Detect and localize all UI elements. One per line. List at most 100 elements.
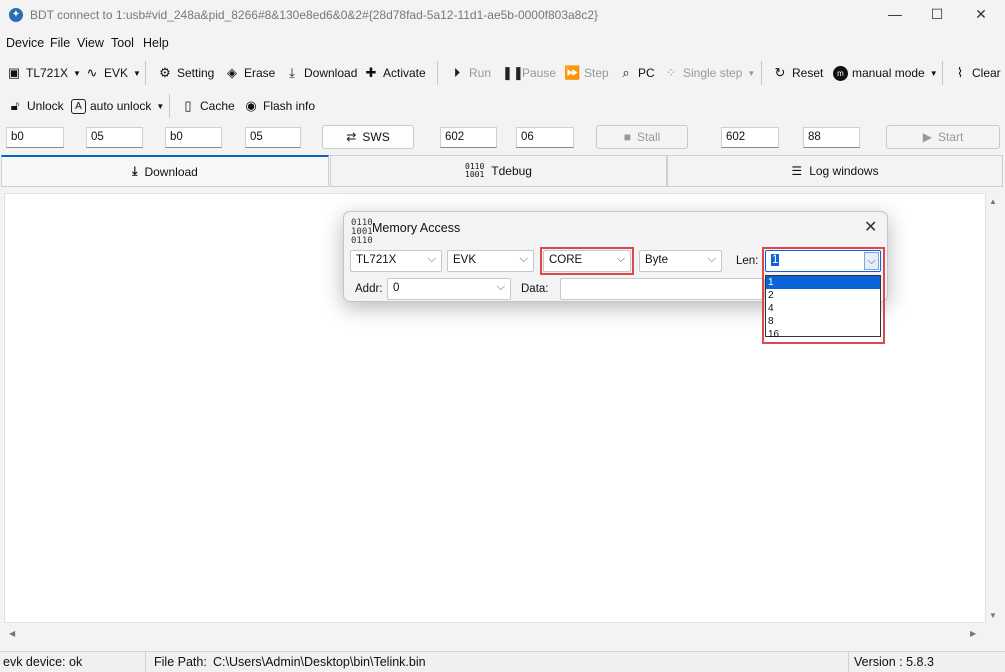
menu-view[interactable]: View [77,36,104,50]
vertical-scrollbar[interactable]: ▲ ▼ [986,193,1000,623]
field-5[interactable]: 602 [440,127,497,148]
maximize-button[interactable]: ☐ [922,4,952,24]
window-title: BDT connect to 1:usb#vid_248a&pid_8266#8… [30,8,599,22]
run-button[interactable]: ⏵ Run [449,64,491,82]
sws-button[interactable]: ⇄ SWS [322,125,414,149]
step-icon: ⏩ [564,65,581,80]
toolbar-divider [145,61,146,85]
setting-button[interactable]: ⚙ Setting [157,64,214,82]
stall-button[interactable]: ■ Stall [596,125,688,149]
erase-button[interactable]: ◈ Erase [224,64,275,82]
app-icon: ✦ [9,8,23,22]
tab-strip: ⤓ Download 0110 1001 Tdebug ☰ Log windows [0,155,1005,187]
minimize-button[interactable]: — [880,4,910,24]
horizontal-scrollbar[interactable]: ◀ ▶ [4,627,986,641]
status-divider [848,652,849,672]
chevron-down-icon: ⌵ [427,253,436,265]
download-button[interactable]: ⤓ Download [284,64,357,82]
menu-help[interactable]: Help [143,36,169,50]
run-icon: ⏵ [453,65,461,80]
tab-download[interactable]: ⤓ Download [1,155,329,187]
pc-button[interactable]: ⌕ PC [618,64,654,82]
binary-icon: 0110 1001 [465,162,485,179]
scroll-down-icon[interactable]: ▼ [989,611,997,620]
scroll-up-icon[interactable]: ▲ [989,197,997,206]
chevron-down-icon: ▼ [133,68,141,78]
register-field-row: b0 05 b0 05 ⇄ SWS 602 06 ■ Stall 602 88 ▶ S… [0,124,1005,152]
reset-icon: ↻ [774,65,786,80]
gear-icon: ⚙ [159,65,171,80]
toolbar-divider [169,94,170,118]
single-step-dropdown[interactable]: ⁘ Single step ▼ [663,64,756,82]
file-path-label: File Path: [154,655,207,669]
start-button[interactable]: ▶ Start [886,125,1000,149]
clear-button[interactable]: ⌇ Clear [952,64,1001,82]
field-3[interactable]: b0 [165,127,222,148]
len-label: Len: [736,255,759,267]
region-highlight [540,247,634,275]
data-label: Data: [521,283,549,295]
flash-info-button[interactable]: ◉ Flash info [243,97,315,115]
menu-device[interactable]: Device [6,36,44,50]
plus-icon: ✚ [365,65,377,80]
chevron-down-icon: ▼ [747,68,756,78]
sync-icon: ⇄ [346,130,357,144]
reset-button[interactable]: ↻ Reset [772,64,824,82]
chevron-down-icon: ▼ [73,68,81,78]
field-4[interactable]: 05 [245,127,301,148]
chip-icon: ▣ [7,65,21,80]
toolbar-divider [437,61,438,85]
chevron-down-icon: ⌵ [707,253,716,265]
auto-unlock-dropdown[interactable]: Aauto unlock ▼ [71,97,164,115]
eraser-icon: ◈ [227,65,237,80]
field-6[interactable]: 06 [516,127,574,148]
manual-mode-dropdown[interactable]: m manual mode ▼ [833,64,938,82]
pause-button[interactable]: ❚❚ Pause [502,64,556,82]
field-7[interactable]: 602 [721,127,779,148]
binary-icon: 0110 1001 0110 [351,218,373,246]
file-path-value: C:\Users\Admin\Desktop\bin\Telink.bin [213,655,426,669]
eye-icon: ◉ [245,98,257,113]
stop-icon: ■ [623,130,631,144]
len-highlight [762,247,885,344]
scroll-right-icon[interactable]: ▶ [970,629,976,638]
auto-lock-icon: A [71,98,86,114]
toolbar-divider [761,61,762,85]
close-button[interactable]: ✕ [966,4,996,24]
unlock-button[interactable]: 🔓︎ Unlock [7,97,64,115]
status-divider [145,652,146,672]
mode-icon: m [833,65,848,81]
dialog-addr-select[interactable]: 0 ⌵ [387,278,511,300]
board-selector[interactable]: ∿ EVK ▼ [84,64,141,82]
tab-tdebug[interactable]: 0110 1001 Tdebug [330,155,667,187]
cache-button[interactable]: ▯ Cache [180,97,234,115]
field-1[interactable]: b0 [6,127,64,148]
addr-label: Addr: [355,283,383,295]
menu-tool[interactable]: Tool [111,36,134,50]
dialog-chip-select[interactable]: TL721X ⌵ [350,250,442,272]
download-icon: ⤓ [289,65,295,80]
chevron-down-icon: ▼ [929,68,938,78]
memory-access-dialog: 0110 1001 0110 Memory Access ✕ TL721X ⌵ EVK… [343,211,888,344]
dialog-close-button[interactable]: ✕ [864,217,877,237]
field-8[interactable]: 88 [803,127,860,148]
chevron-down-icon: ⌵ [519,253,528,265]
chip-selector[interactable]: ▣ TL721X ▼ [6,64,81,82]
menu-file[interactable]: File [50,36,70,50]
tab-log-windows[interactable]: ☰ Log windows [667,155,1003,187]
clipboard-icon: ▯ [184,98,192,113]
menu-bar: Device File View Tool Help [0,33,1005,53]
dialog-unit-select[interactable]: Byte ⌵ [639,250,722,272]
dialog-data-field[interactable] [560,278,765,300]
main-toolbar: ▣ TL721X ▼ ∿ EVK ▼ ⚙ Setting ◈ Erase ⤓ Download… [0,57,1005,87]
chevron-down-icon: ▼ [156,101,165,111]
field-2[interactable]: 05 [86,127,143,148]
dialog-board-select[interactable]: EVK ⌵ [447,250,534,272]
activate-button[interactable]: ✚ Activate [363,64,426,82]
title-bar: ✦ BDT connect to 1:usb#vid_248a&pid_8266… [0,0,1005,30]
pause-icon: ❚❚ [502,65,524,80]
download-icon: ⤓ [132,164,138,178]
scroll-left-icon[interactable]: ◀ [9,629,15,638]
step-button[interactable]: ⏩ Step [564,64,609,82]
lock-icon: 🔓︎ [10,98,20,113]
